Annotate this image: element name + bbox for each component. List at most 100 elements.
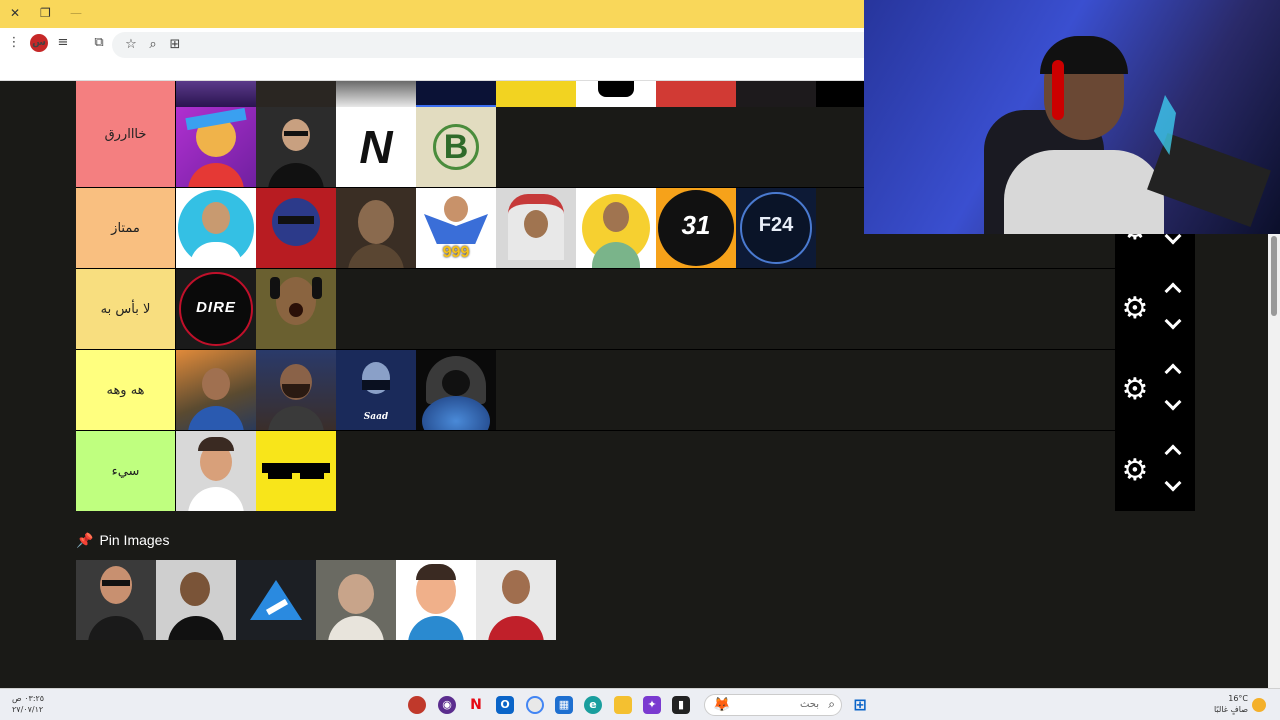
tier-label[interactable]: ممتاز [76, 188, 176, 268]
store-icon[interactable]: ▦ [555, 696, 573, 714]
move-up-button[interactable] [1161, 360, 1185, 382]
obs-icon[interactable]: ◉ [438, 696, 456, 714]
chevron-up-icon [1164, 444, 1182, 462]
pin-image[interactable] [396, 560, 476, 640]
edge-icon[interactable]: e [584, 696, 602, 714]
tier-image[interactable] [176, 431, 256, 511]
tier-image[interactable] [176, 107, 256, 187]
move-up-button[interactable] [1161, 441, 1185, 463]
tier-row-5: سيء ⚙ [76, 431, 1195, 511]
tier-image[interactable] [416, 350, 496, 430]
minimize-window-button[interactable]: — [70, 6, 82, 20]
scrollbar-thumb[interactable] [1271, 236, 1277, 316]
chevron-up-icon [1164, 363, 1182, 381]
gear-icon[interactable]: ⚙ [1119, 289, 1151, 329]
move-down-button[interactable] [1161, 311, 1185, 333]
pin-image[interactable] [156, 560, 236, 640]
logo-text: 31 [681, 210, 711, 240]
extension-badge[interactable]: س [30, 34, 48, 52]
weather-temp[interactable]: 16°C [1212, 694, 1248, 703]
clock-date[interactable]: ٢٧/٠٧/١٢ [12, 705, 43, 714]
tier-image[interactable] [256, 431, 336, 511]
close-window-button[interactable]: ✕ [10, 6, 20, 20]
copilot-icon[interactable]: ✦ [643, 696, 661, 714]
tier-image[interactable] [256, 350, 336, 430]
tier-image[interactable]: 999 [416, 188, 496, 268]
menu-dots-icon[interactable]: ⋮ [5, 34, 23, 52]
outlook-icon[interactable]: O [496, 696, 514, 714]
tier-label[interactable]: لا بأس به [76, 269, 176, 349]
tier-image[interactable] [736, 81, 816, 107]
badge-text: 999 [442, 244, 470, 261]
clock-time[interactable]: ٠٣:٢٥ ص [12, 694, 44, 703]
extensions-puzzle-icon[interactable]: ⧉ [90, 34, 108, 52]
chevron-down-icon [1164, 393, 1182, 411]
move-down-button[interactable] [1161, 392, 1185, 414]
move-up-button[interactable] [1161, 279, 1185, 301]
tier-image[interactable]: 31 [656, 188, 736, 268]
tier-image[interactable]: DIRE [176, 269, 256, 349]
move-down-button[interactable] [1161, 473, 1185, 495]
gear-icon[interactable]: ⚙ [1119, 451, 1151, 491]
tier-image[interactable] [256, 81, 336, 107]
pin-images-title: 📌 Pin Images [76, 531, 169, 549]
zoom-icon[interactable]: ⌕ [144, 36, 162, 54]
tier-image[interactable] [576, 188, 656, 268]
chevron-down-icon [1164, 312, 1182, 330]
bookmark-star-icon[interactable]: ☆ [122, 36, 140, 54]
tier-image[interactable] [336, 81, 416, 107]
weather-icon[interactable] [1252, 698, 1266, 712]
logo-text: DIRE [196, 299, 236, 316]
logo-badge: B [433, 124, 479, 170]
tier-image[interactable] [176, 350, 256, 430]
file-explorer-icon[interactable] [614, 696, 632, 714]
tier-image[interactable] [256, 188, 336, 268]
taskbar-search[interactable]: 🦊 بحث ⌕ [704, 694, 842, 716]
restore-window-button[interactable]: ❐ [40, 6, 51, 20]
chevron-down-icon [1164, 474, 1182, 492]
pin-images-row [76, 560, 556, 640]
pin-image[interactable] [76, 560, 156, 640]
tier-row-4: هه وهه Saad ⚙ [76, 350, 1195, 431]
tier-image[interactable]: Saad [336, 350, 416, 430]
pin-image[interactable] [236, 560, 316, 640]
browser-toolbar: ⋮ س ≡ ⧉ ☆ ⌕ ⊞ [0, 28, 864, 81]
terminal-icon[interactable]: ▮ [672, 696, 690, 714]
taskbar: ٠٣:٢٥ ص ٢٧/٠٧/١٢ ◉ N O ▦ e ✦ ▮ 🦊 بحث ⌕ ⊞… [0, 688, 1280, 720]
tier-label[interactable]: خاااررق [76, 81, 176, 187]
tier-image[interactable] [256, 107, 336, 187]
logo-text: F24 [758, 214, 794, 236]
tier-label[interactable]: هه وهه [76, 350, 176, 430]
pin-image[interactable] [316, 560, 396, 640]
app-icon-1[interactable] [408, 696, 426, 714]
tier-image[interactable] [416, 81, 496, 107]
gear-icon[interactable]: ⚙ [1119, 370, 1151, 410]
tier-image[interactable] [176, 81, 256, 107]
tier-image[interactable] [336, 188, 416, 268]
tier-image[interactable] [496, 81, 576, 107]
start-button-icon[interactable]: ⊞ [851, 696, 869, 714]
translate-icon[interactable]: ⊞ [166, 36, 184, 54]
tier-items: Saad [176, 350, 496, 430]
tier-image[interactable] [496, 188, 576, 268]
tier-image[interactable] [176, 188, 256, 268]
tier-image[interactable] [576, 81, 656, 107]
tier-image[interactable] [256, 269, 336, 349]
browser-titlebar: ✕ ❐ — [0, 0, 864, 28]
tier-image[interactable]: F24 [736, 188, 816, 268]
reading-list-icon[interactable]: ≡ [54, 34, 72, 52]
tier-label[interactable]: سيء [76, 431, 176, 511]
netflix-icon[interactable]: N [467, 696, 485, 714]
tier-image[interactable]: N [336, 107, 416, 187]
tier-image[interactable] [656, 81, 736, 107]
chrome-icon[interactable] [526, 696, 544, 714]
weather-text[interactable]: صافٍ غالبًا [1200, 705, 1248, 714]
tier-image[interactable] [816, 81, 864, 107]
logo-text: N [359, 121, 393, 173]
webcam-overlay [864, 0, 1280, 234]
page-scrollbar[interactable] [1268, 234, 1280, 688]
tier-items [176, 431, 336, 511]
pin-image[interactable] [476, 560, 556, 640]
tier-image[interactable]: B [416, 107, 496, 187]
address-bar[interactable]: ☆ ⌕ ⊞ [112, 32, 864, 58]
